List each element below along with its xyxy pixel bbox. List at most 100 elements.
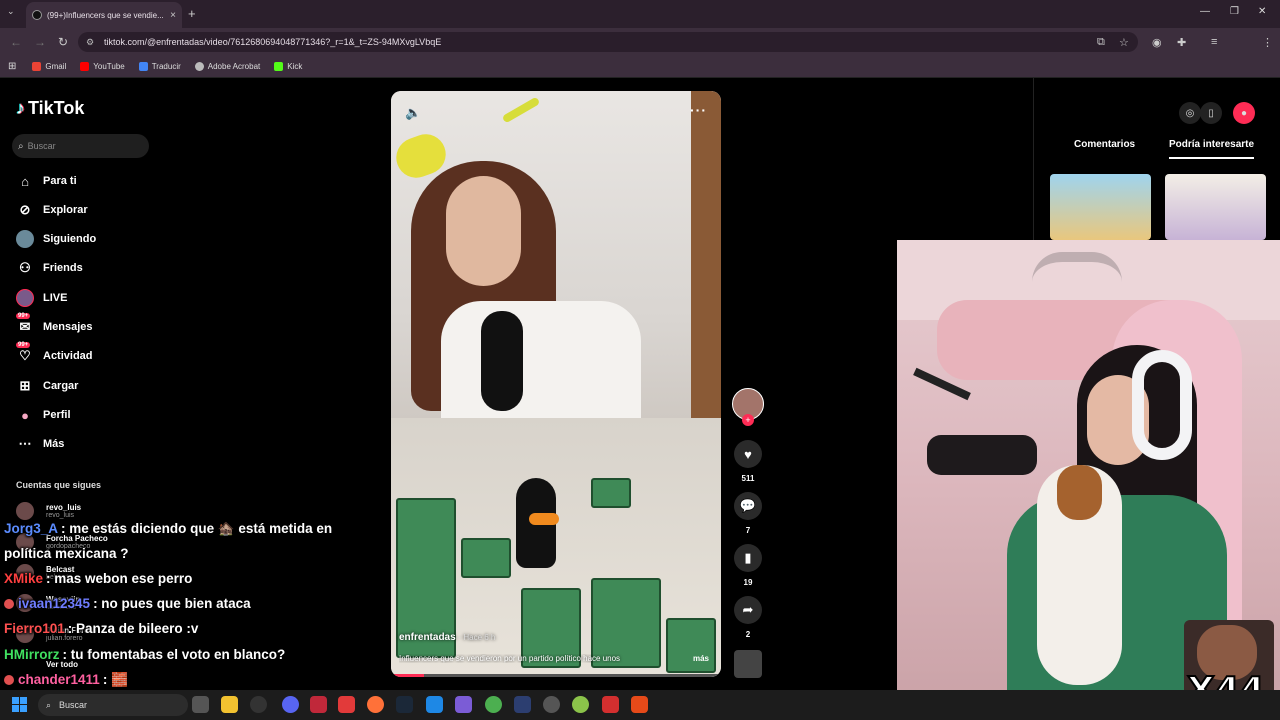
volume-icon[interactable]: 🔈 [405, 105, 421, 121]
video-author[interactable]: enfrentadas · Hace 6 h [399, 632, 495, 643]
task-view-icon[interactable] [192, 696, 209, 713]
youtube-app-icon[interactable] [338, 696, 355, 713]
restore-icon[interactable]: ❐ [1230, 6, 1239, 17]
app-icon[interactable] [514, 696, 531, 713]
chat-username: Jorg3_A [4, 521, 59, 536]
share-button[interactable]: ➦ 2 [734, 596, 762, 639]
forward-icon[interactable]: → [34, 35, 46, 49]
comment-button[interactable]: 💬 7 [734, 492, 762, 535]
nav-actividad[interactable]: ♡ 99+ Actividad [16, 342, 93, 366]
following-title: Cuentas que sigues [16, 480, 102, 490]
bookmark-traducir[interactable]: Traducir [138, 62, 181, 71]
profile-avatar[interactable]: ● [1233, 102, 1255, 124]
steelseries-icon[interactable] [250, 696, 267, 713]
media-controls-icon[interactable]: ≡ [1211, 36, 1217, 48]
bookmark-youtube[interactable]: YouTube [80, 62, 125, 71]
puzzle-icon[interactable]: ✚ [1177, 36, 1186, 49]
see-more-button[interactable]: más [693, 654, 709, 663]
search-icon: ⌕ [18, 140, 24, 152]
messages-badge: 99+ [16, 313, 31, 319]
music-disc[interactable] [734, 650, 762, 678]
gmail-icon [32, 62, 42, 71]
game-app-icon[interactable] [455, 696, 472, 713]
bookmark-star-icon[interactable]: ☆ [1119, 36, 1129, 49]
app-icon[interactable] [426, 696, 443, 713]
url-bar[interactable]: ⚙ tiktok.com/@enfrentadas/video/76126806… [78, 32, 1138, 52]
avatar [16, 502, 34, 520]
extension-icon[interactable]: ◉ [1152, 36, 1162, 49]
video-person-face [446, 176, 521, 286]
tab-comentarios[interactable]: Comentarios [1074, 139, 1135, 150]
device-icon[interactable]: ▯ [1200, 102, 1222, 124]
video-person-shirt [441, 301, 641, 421]
video-progress-bar[interactable] [391, 674, 721, 677]
taskbar-search[interactable]: ⌕ Buscar [38, 694, 188, 716]
chat-message: Jorg3_A: me estás diciendo que 🏚️ está m… [4, 521, 332, 537]
windows-start-icon[interactable] [12, 697, 28, 713]
nav-siguiendo[interactable]: Siguiendo [16, 229, 96, 249]
suggested-video-thumb[interactable] [1050, 174, 1151, 240]
chat-username: Fierro101 [4, 621, 65, 636]
nav-mas[interactable]: ⋯ Más [16, 434, 65, 454]
coin-icon[interactable]: ◎ [1179, 102, 1201, 124]
nav-friends[interactable]: ⚇ Friends [16, 258, 83, 278]
news-icon[interactable] [310, 696, 327, 713]
comment-count: 7 [745, 526, 751, 535]
nav-perfil[interactable]: ● Perfil [16, 405, 70, 425]
suggested-video-thumb[interactable] [1165, 174, 1266, 240]
video-progress-fill [391, 674, 424, 677]
browser-tab[interactable]: (99+)Influencers que se vendie... × [26, 2, 182, 28]
tab-close-icon[interactable]: × [170, 10, 176, 21]
new-tab-button[interactable]: + [188, 6, 196, 21]
kick-icon [274, 62, 284, 71]
money-stack [591, 478, 631, 508]
tab-podria-interesarte[interactable]: Podría interesarte [1169, 139, 1255, 159]
chat-text: : tu fomentabas el voto en blanco? [62, 647, 286, 662]
video-microphone [481, 311, 523, 411]
tiktok-favicon-icon [32, 10, 42, 20]
close-window-icon[interactable]: ✕ [1258, 6, 1266, 17]
bookmark-gmail[interactable]: Gmail [32, 62, 66, 71]
menu-icon[interactable]: ⋮ [1262, 36, 1273, 49]
discord-icon[interactable] [282, 696, 299, 713]
tab-search-icon[interactable]: ⌄ [7, 6, 15, 17]
search-input[interactable]: ⌕ Buscar [12, 134, 149, 158]
minimize-icon[interactable]: — [1200, 6, 1210, 17]
chrome-icon[interactable] [485, 696, 502, 713]
install-app-icon[interactable]: ⧉ [1097, 36, 1105, 49]
tiktok-logo[interactable]: ♪ TikTok [16, 98, 84, 119]
apps-icon[interactable]: ⊞ [8, 61, 16, 72]
bookmark-adobe[interactable]: Adobe Acrobat [194, 62, 260, 71]
app-icon[interactable] [572, 696, 589, 713]
nav-live[interactable]: LIVE [16, 288, 67, 308]
messages-icon: ✉ [19, 319, 31, 334]
like-button[interactable]: ♥ 511 [734, 440, 762, 483]
adobe-acrobat-icon [194, 62, 204, 71]
nav-mensajes[interactable]: ✉ 99+ Mensajes [16, 313, 93, 337]
firefox-icon[interactable] [367, 696, 384, 713]
nav-para-ti[interactable]: ⌂ Para ti [16, 171, 77, 191]
app-icon[interactable] [602, 696, 619, 713]
chat-text: : 🧱 [102, 672, 128, 687]
share-count: 2 [745, 630, 751, 639]
settings-icon[interactable] [543, 696, 560, 713]
steam-icon[interactable] [396, 696, 413, 713]
comment-icon: 💬 [734, 492, 762, 520]
nav-explorar[interactable]: ⊘ Explorar [16, 200, 88, 220]
reload-icon[interactable]: ↻ [58, 35, 68, 49]
app-icon[interactable] [631, 696, 648, 713]
save-button[interactable]: ▮ 19 [734, 544, 762, 587]
following-avatar-icon [16, 230, 34, 248]
video-player[interactable]: 🔈 ··· enfrentadas · Hace 6 h Influencers… [391, 91, 721, 677]
bookmark-kick[interactable]: Kick [274, 62, 302, 71]
file-explorer-icon[interactable] [221, 696, 238, 713]
nav-cargar[interactable]: ⊞ Cargar [16, 376, 79, 396]
following-item[interactable]: revo_luis revo_luis [16, 502, 81, 520]
more-options-icon[interactable]: ··· [690, 102, 707, 118]
site-info-icon[interactable]: ⚙ [86, 37, 96, 47]
profile-icon: ● [21, 407, 29, 423]
back-icon[interactable]: ← [10, 35, 22, 49]
follow-plus-icon[interactable]: + [742, 414, 754, 426]
chat-message: chander1411: 🧱 [4, 672, 128, 688]
friends-icon: ⚇ [19, 260, 31, 275]
